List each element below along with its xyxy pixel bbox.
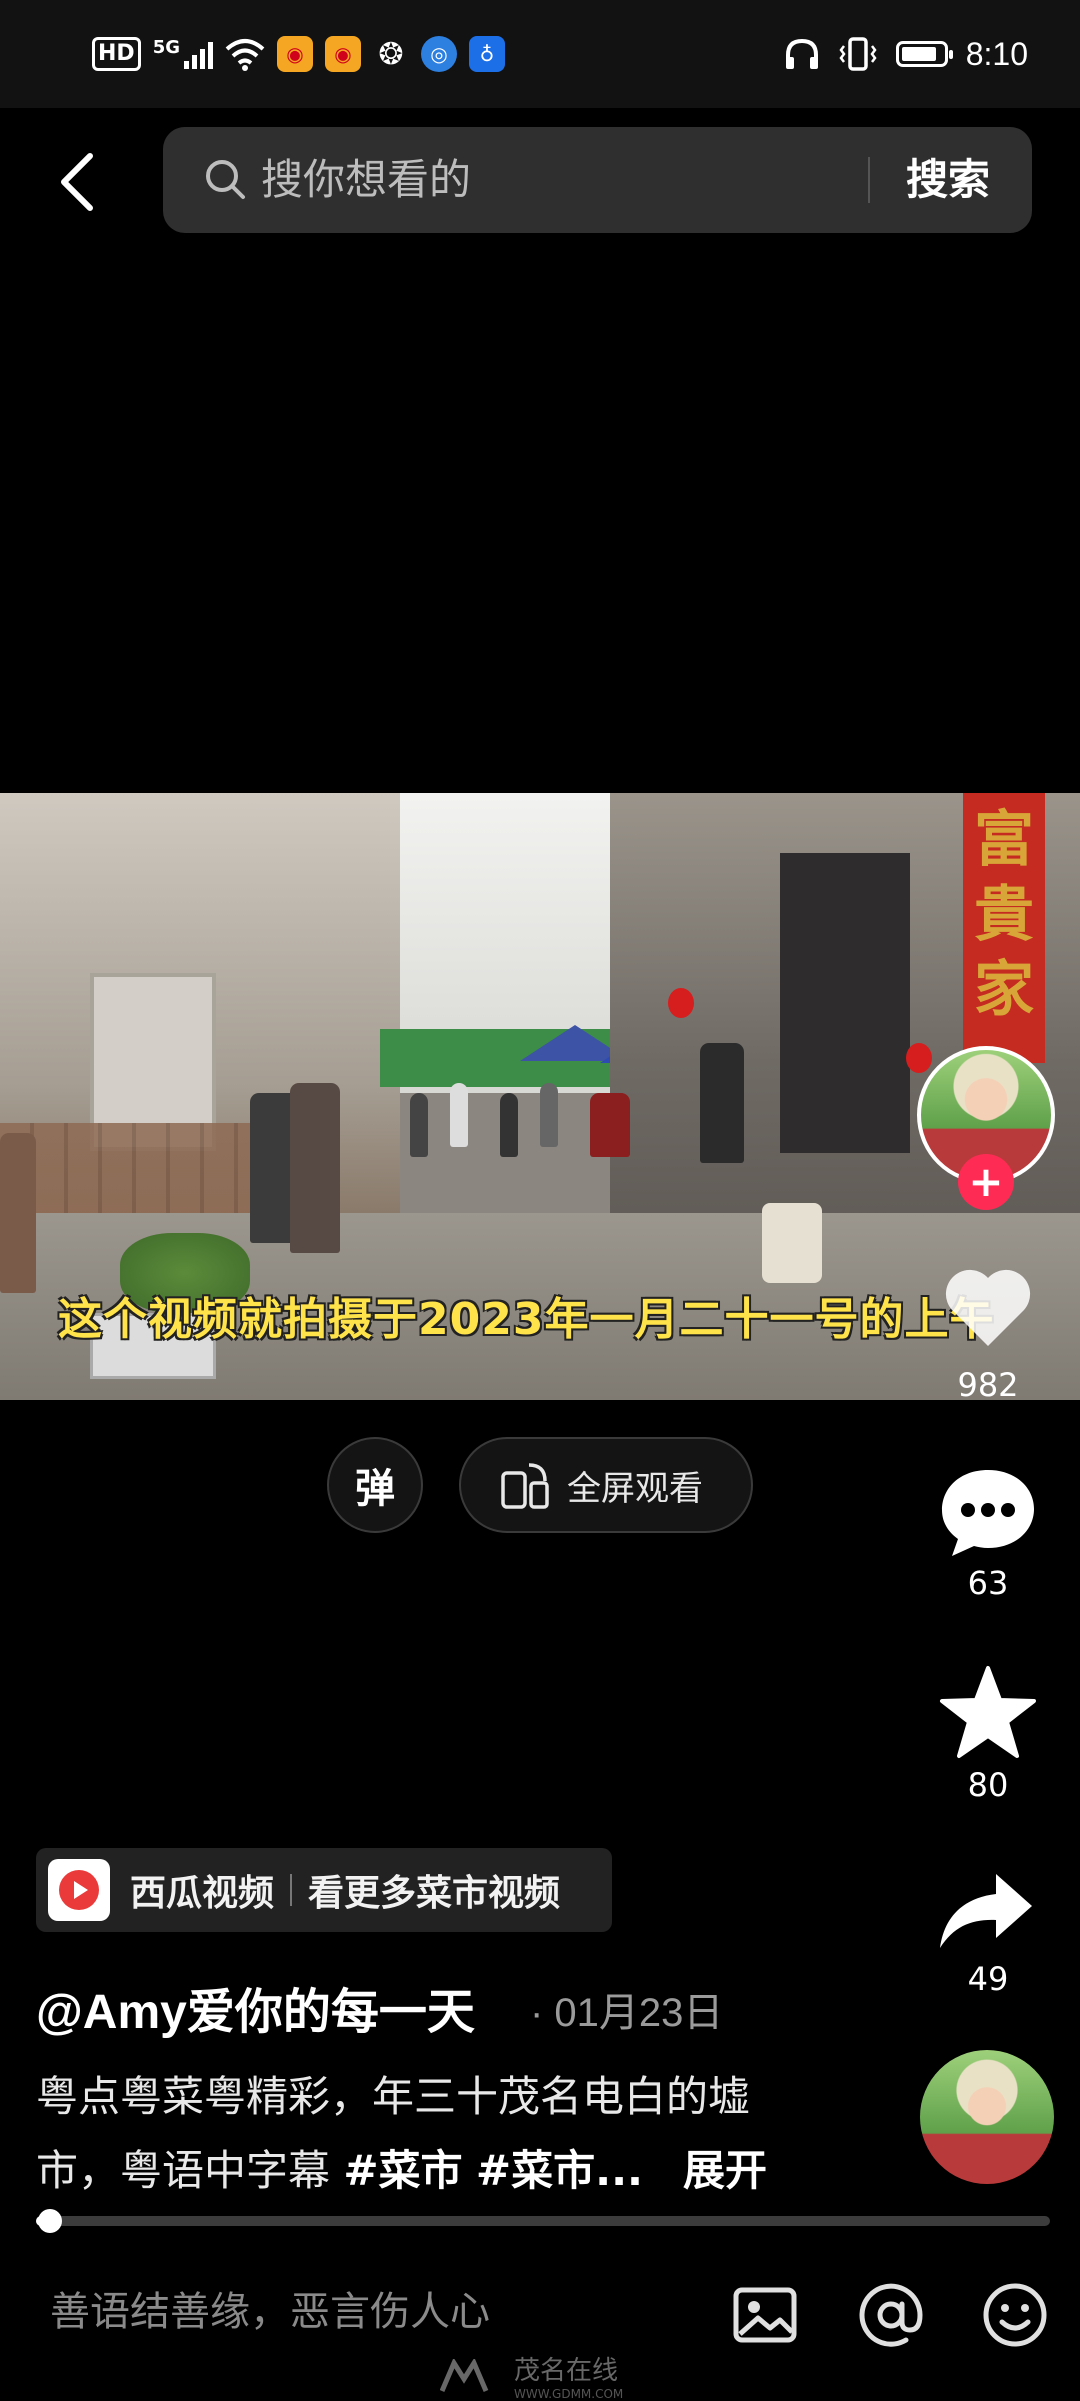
xigua-banner[interactable]: 西瓜视频 看更多菜市视频	[36, 1848, 612, 1932]
watermark-url: WWW.GDMM.COM	[514, 2387, 624, 2401]
favorite-star-icon[interactable]	[938, 1664, 1038, 1764]
comment-count: 63	[967, 1564, 1009, 1602]
xigua-logo-icon	[48, 1859, 110, 1921]
wifi-icon	[225, 39, 265, 71]
bucket	[762, 1203, 822, 1283]
expand-button[interactable]: 展开	[683, 2146, 767, 2195]
bulb-icon: ♁	[469, 36, 505, 72]
favorite-count: 80	[967, 1766, 1009, 1804]
search-input[interactable]: 搜你想看的	[261, 151, 471, 209]
status-bar: HD 5G ◉ ◉ ❂ ◎ ♁ 8:10	[0, 0, 1080, 108]
lantern	[668, 988, 694, 1018]
share-count: 49	[967, 1960, 1009, 1998]
weibo-icon: ◉	[325, 36, 361, 72]
description-line: 市，粤语中字幕 #菜市 #菜市... 展开	[36, 2134, 836, 2208]
watermark: 茂名在线 WWW.GDMM.COM	[440, 2350, 623, 2401]
clock: 8:10	[965, 35, 1028, 72]
hd-indicator: HD	[92, 37, 141, 71]
battery-icon	[895, 41, 953, 67]
mention-icon[interactable]	[856, 2280, 926, 2350]
search-button[interactable]: 搜索	[906, 151, 990, 209]
person	[0, 1133, 36, 1293]
video-progress-bar[interactable]	[36, 2209, 1050, 2233]
follow-button[interactable]: +	[958, 1154, 1014, 1210]
fullscreen-rotate-icon	[501, 1463, 549, 1509]
author-name[interactable]: @Amy爱你的每一天	[36, 1972, 475, 2042]
person	[500, 1093, 518, 1157]
music-avatar[interactable]	[920, 2050, 1054, 2184]
hashtag-link[interactable]: #菜市	[343, 2146, 462, 2195]
signal-icon	[184, 39, 213, 69]
banner-divider	[290, 1874, 293, 1906]
comment-icon[interactable]	[938, 1462, 1038, 1562]
search-icon	[206, 160, 245, 199]
emoji-icon[interactable]	[980, 2280, 1050, 2350]
more-videos-link[interactable]: 看更多菜市视频	[308, 1864, 560, 1916]
description-text: 市，粤语中字幕	[36, 2146, 344, 2195]
search-divider	[868, 157, 870, 203]
like-icon[interactable]	[938, 1258, 1038, 1358]
watermark-logo-icon	[440, 2358, 489, 2392]
person	[700, 1043, 744, 1163]
progress-handle[interactable]	[38, 2209, 62, 2233]
weibo-icon: ◉	[277, 36, 313, 72]
plus-icon: +	[968, 1157, 1004, 1206]
xigua-app-name: 西瓜视频	[130, 1873, 275, 1914]
browser-icon: ◎	[421, 36, 457, 72]
fullscreen-label: 全屏观看	[567, 1468, 703, 1509]
share-icon[interactable]	[936, 1864, 1036, 1964]
back-arrow-icon	[61, 153, 93, 211]
danmu-label: 弹	[355, 1466, 395, 1512]
back-button[interactable]	[44, 140, 108, 224]
video-scene-couplet: 富貴家	[963, 793, 1045, 1063]
network-type: 5G	[152, 36, 180, 58]
video-subtitle: 这个视频就拍摄于2023年一月二十一号的上午	[58, 1294, 995, 1345]
headphones-icon	[785, 38, 818, 69]
post-date: · 01月23日	[530, 1991, 724, 2035]
lantern	[906, 1043, 932, 1073]
post-description[interactable]: 粤点粤菜粤精彩，年三十茂名电白的墟 市，粤语中字幕 #菜市 #菜市... 展开	[36, 2060, 836, 2208]
image-icon[interactable]	[730, 2280, 800, 2350]
wechat-icon: ❂	[378, 36, 404, 72]
danmu-toggle-button[interactable]: 弹	[327, 1437, 423, 1533]
description-line: 粤点粤菜粤精彩，年三十茂名电白的墟	[36, 2072, 751, 2121]
video-player[interactable]: 富貴家 这个视频就拍摄于2023年一月二十一号的上午	[0, 793, 1080, 1400]
video-scene-door	[780, 853, 910, 1153]
hashtag-link[interactable]: #菜市...	[476, 2146, 643, 2195]
status-left: HD 5G ◉ ◉ ❂ ◎ ♁	[92, 32, 505, 76]
like-count: 982	[957, 1366, 1019, 1404]
comment-input[interactable]: 善语结善缘，恶言伤人心	[50, 2284, 490, 2340]
fullscreen-button[interactable]: 全屏观看	[459, 1437, 753, 1533]
watermark-text: 茂名在线	[514, 2356, 619, 2386]
couplet-text: 富貴家	[974, 805, 1034, 1025]
person	[540, 1083, 558, 1147]
status-right: 8:10	[784, 28, 1028, 80]
person	[450, 1083, 468, 1147]
vibrate-icon	[839, 37, 877, 71]
person	[410, 1093, 428, 1157]
person	[290, 1083, 340, 1253]
motorbike	[590, 1093, 630, 1157]
search-bar[interactable]: 搜你想看的 搜索	[163, 127, 1032, 233]
